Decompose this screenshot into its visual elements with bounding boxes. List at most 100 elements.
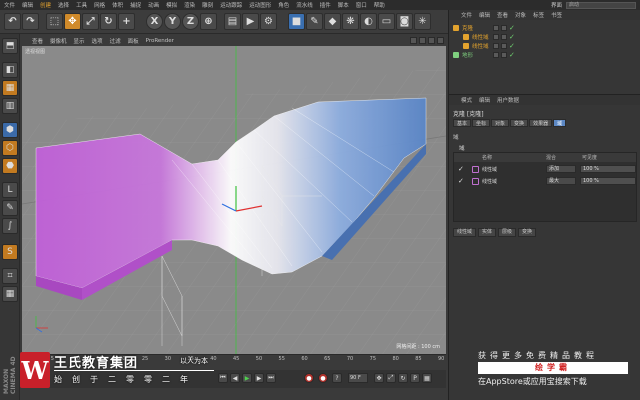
attribute-tab[interactable]: 变换	[510, 119, 529, 127]
subdivision-icon[interactable]: ◆	[324, 13, 341, 30]
editor-visibility-dot[interactable]	[493, 25, 499, 31]
field-row[interactable]: ✓ 线性域 最大 100 %	[454, 176, 638, 187]
enabled-check-icon[interactable]: ✓	[509, 43, 515, 50]
editor-visibility-dot[interactable]	[493, 34, 499, 40]
undo-icon[interactable]: ↶	[4, 13, 21, 30]
pla-key-icon[interactable]: ▦	[422, 373, 432, 383]
attribute-tab[interactable]: 效果器	[529, 119, 553, 127]
visibility-slider[interactable]: 100 %	[580, 165, 636, 173]
prev-key-icon[interactable]: ◀	[230, 373, 240, 383]
visibility-slider[interactable]: 100 %	[580, 177, 636, 185]
mix-mode-select[interactable]: 添加	[546, 165, 576, 173]
move-tool-icon[interactable]: ✥	[64, 13, 81, 30]
menu-item[interactable]: 流水线	[296, 1, 313, 9]
object-row[interactable]: 地形	[453, 51, 473, 59]
snapping-icon[interactable]: S	[2, 244, 18, 260]
maximize-icon[interactable]	[437, 37, 444, 44]
pan-icon[interactable]	[410, 37, 417, 44]
param-key-icon[interactable]: P	[410, 373, 420, 383]
menu-item[interactable]: 运动图形	[249, 1, 271, 9]
camera-icon[interactable]: ◙	[396, 13, 413, 30]
viewport-menu-item[interactable]: 面板	[128, 37, 139, 45]
workplane-icon[interactable]: ▥	[2, 98, 18, 114]
axis-mode-icon[interactable]: L	[2, 182, 18, 198]
object-row[interactable]: 克隆	[453, 24, 473, 32]
menu-item[interactable]: 帮助	[374, 1, 385, 9]
polygons-mode-icon[interactable]: ⬣	[2, 158, 18, 174]
keyframe-selection-icon[interactable]: ?	[332, 373, 342, 383]
floor-icon[interactable]: ▭	[378, 13, 395, 30]
render-visibility-dot[interactable]	[501, 25, 507, 31]
menu-item[interactable]: 窗口	[356, 1, 367, 9]
snap-icon[interactable]: ∫	[2, 218, 18, 234]
rotate-tool-icon[interactable]: ↻	[100, 13, 117, 30]
next-key-icon[interactable]: ▶	[254, 373, 264, 383]
menu-item[interactable]: 创建	[40, 1, 51, 9]
live-select-icon[interactable]: ⬚	[46, 13, 63, 30]
editor-visibility-dot[interactable]	[493, 52, 499, 58]
rotation-key-icon[interactable]: ↻	[398, 373, 408, 383]
menu-item[interactable]: 网格	[94, 1, 105, 9]
add-solid-button[interactable]: 实体	[478, 228, 497, 237]
menu-item[interactable]: 模拟	[166, 1, 177, 9]
end-frame-field[interactable]: 90 F	[348, 373, 368, 383]
object-menu-item[interactable]: 查看	[497, 11, 508, 19]
object-row[interactable]: 线性域	[463, 42, 489, 50]
add-modifier-button[interactable]: 变换	[518, 228, 537, 237]
menu-item[interactable]: 动画	[148, 1, 159, 9]
viewport-menu-item[interactable]: 摄像机	[50, 37, 67, 45]
menu-item[interactable]: 选择	[58, 1, 69, 9]
mix-mode-select[interactable]: 最大	[546, 177, 576, 185]
enable-checkbox[interactable]: ✓	[458, 165, 464, 173]
render-settings-icon[interactable]: ⚙	[260, 13, 277, 30]
coordinate-system-icon[interactable]: ⊕	[200, 13, 217, 30]
object-menu-item[interactable]: 编辑	[479, 11, 490, 19]
menu-item[interactable]: 编辑	[22, 1, 33, 9]
grid-icon[interactable]: ▦	[2, 286, 18, 302]
menu-item[interactable]: 脚本	[338, 1, 349, 9]
y-axis-lock-button[interactable]: Y	[164, 13, 181, 30]
layout-select[interactable]: 启动	[566, 1, 636, 9]
menu-item[interactable]: 捕捉	[130, 1, 141, 9]
lock-workplane-icon[interactable]: ⌗	[2, 268, 18, 284]
viewport-menu-item[interactable]: 选项	[92, 37, 103, 45]
deformer-icon[interactable]: ◐	[360, 13, 377, 30]
model-mode-icon[interactable]: ◧	[2, 62, 18, 78]
viewport-menu-item[interactable]: 过滤	[110, 37, 121, 45]
menu-item[interactable]: 体积	[112, 1, 123, 9]
z-axis-lock-button[interactable]: Z	[182, 13, 199, 30]
texture-mode-icon[interactable]: ▦	[2, 80, 18, 96]
viewport-menu-item[interactable]: ProRender	[146, 38, 174, 44]
render-view-icon[interactable]: ▤	[224, 13, 241, 30]
orbit-icon[interactable]	[428, 37, 435, 44]
scale-key-icon[interactable]: ⤢	[386, 373, 396, 383]
enable-checkbox[interactable]: ✓	[458, 177, 464, 185]
attribute-menu-item[interactable]: 用户数据	[497, 96, 519, 104]
menu-item[interactable]: 渲染	[184, 1, 195, 9]
object-menu-item[interactable]: 文件	[461, 11, 472, 19]
tweak-icon[interactable]: ✎	[2, 200, 18, 216]
redo-icon[interactable]: ↷	[22, 13, 39, 30]
enabled-check-icon[interactable]: ✓	[509, 34, 515, 41]
enabled-check-icon[interactable]: ✓	[509, 25, 515, 32]
play-icon[interactable]: ▶	[242, 373, 252, 383]
x-axis-lock-button[interactable]: X	[146, 13, 163, 30]
light-icon[interactable]: ✳	[414, 13, 431, 30]
menu-item[interactable]: 运动跟踪	[220, 1, 242, 9]
make-editable-icon[interactable]: ⬒	[2, 38, 18, 54]
scale-tool-icon[interactable]: ⤢	[82, 13, 99, 30]
viewport-menu-item[interactable]: 查看	[32, 37, 43, 45]
object-row[interactable]: 线性域	[463, 33, 489, 41]
position-key-icon[interactable]: ✥	[374, 373, 384, 383]
object-menu-item[interactable]: 书签	[551, 11, 562, 19]
zoom-icon[interactable]	[419, 37, 426, 44]
menu-item[interactable]: 插件	[320, 1, 331, 9]
viewport-menu-item[interactable]: 显示	[74, 37, 85, 45]
menu-item[interactable]: 雕刻	[202, 1, 213, 9]
attribute-tab[interactable]: 基本	[453, 119, 472, 127]
add-group-button[interactable]: 层级	[498, 228, 517, 237]
record-icon[interactable]: ●	[304, 373, 314, 383]
edges-mode-icon[interactable]: ⬡	[2, 140, 18, 156]
perspective-viewport[interactable]: 透视视图 网格间距 : 100 cm	[22, 46, 446, 354]
go-to-end-icon[interactable]: ⏭	[266, 373, 276, 383]
